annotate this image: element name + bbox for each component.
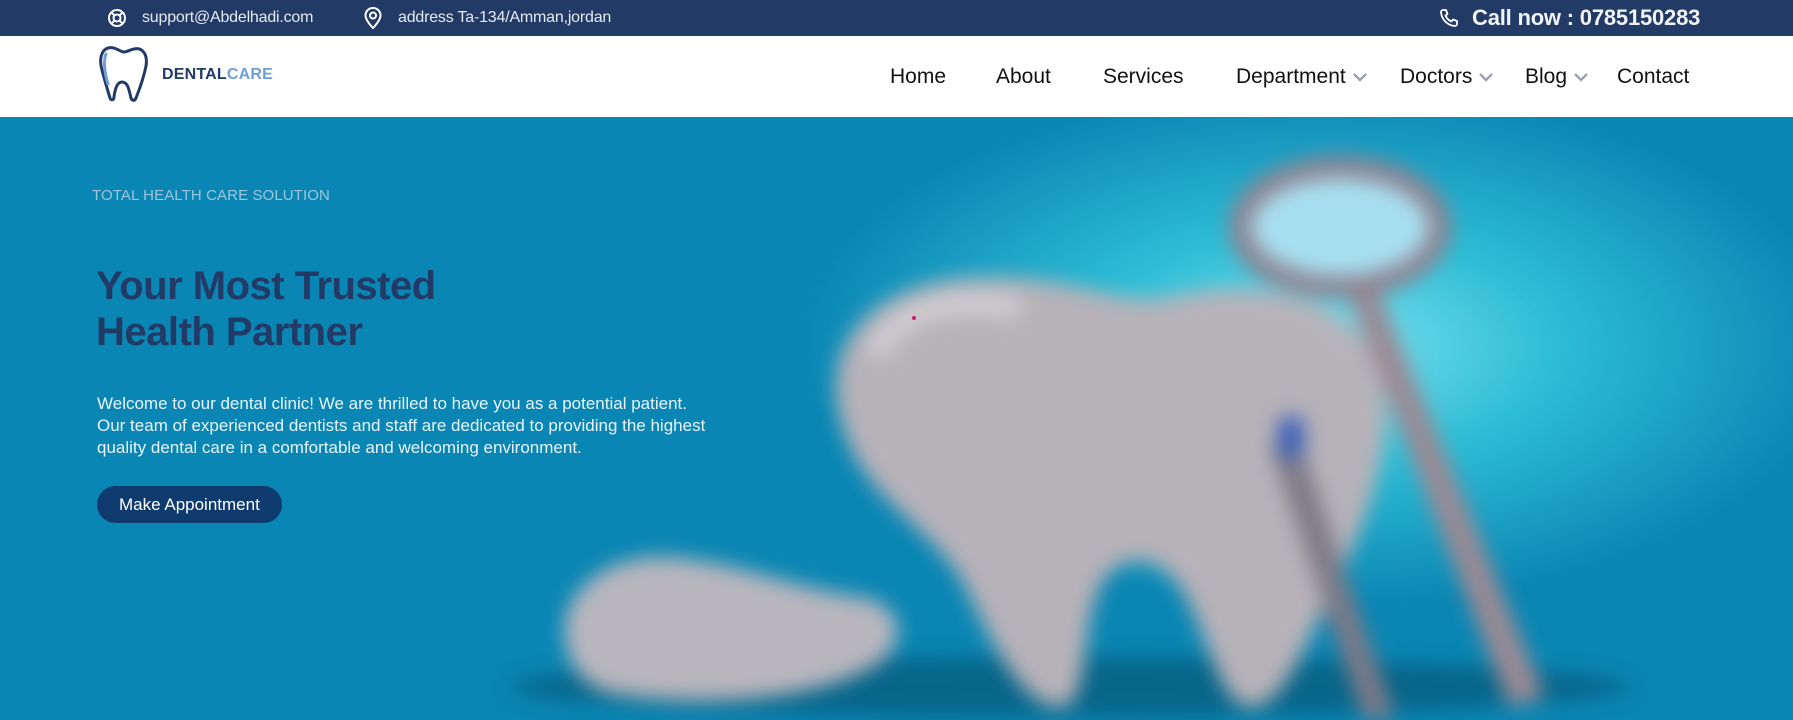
chevron-down-icon bbox=[1573, 72, 1589, 82]
nav-contact[interactable]: Contact bbox=[1617, 36, 1689, 117]
brand-name-part2: CARE bbox=[226, 66, 274, 83]
nav-doctors[interactable]: Doctors bbox=[1400, 36, 1494, 117]
call-contact[interactable]: Call now : 0785150283 bbox=[1438, 0, 1700, 36]
tooth-icon bbox=[98, 44, 150, 107]
call-text: Call now : 0785150283 bbox=[1472, 5, 1701, 30]
main-navbar: DENTALCARE Home About Services Departmen… bbox=[0, 36, 1793, 117]
nav-about-label: About bbox=[996, 64, 1051, 88]
hero-section: TOTAL HEALTH CARE SOLUTION Your Most Tru… bbox=[0, 117, 1793, 720]
nav-contact-label: Contact bbox=[1617, 64, 1690, 88]
nav-department-label: Department bbox=[1236, 64, 1346, 88]
brand-name: DENTALCARE bbox=[162, 66, 273, 84]
nav-doctors-label: Doctors bbox=[1400, 64, 1473, 88]
hero-headline-line1: Your Most Trusted bbox=[96, 264, 436, 308]
chevron-down-icon bbox=[1352, 72, 1368, 82]
hero-description: Welcome to our dental clinic! We are thr… bbox=[97, 393, 797, 459]
chevron-down-icon bbox=[1478, 72, 1494, 82]
nav-department[interactable]: Department bbox=[1236, 36, 1368, 117]
email-text: support@Abdelhadi.com bbox=[142, 9, 314, 26]
address-text: address Ta-134/Amman,jordan bbox=[398, 9, 612, 26]
nav-services[interactable]: Services bbox=[1103, 36, 1184, 117]
hero-description-line3: quality dental care in a comfortable and… bbox=[97, 438, 582, 457]
hero-description-line2: Our team of experienced dentists and sta… bbox=[97, 416, 706, 435]
nav-services-label: Services bbox=[1103, 64, 1184, 88]
nav-about[interactable]: About bbox=[996, 36, 1051, 117]
location-pin-icon bbox=[362, 7, 384, 29]
brand-name-part1: DENTAL bbox=[162, 66, 227, 83]
hero-headline-line2: Health Partner bbox=[96, 310, 363, 354]
nav-home[interactable]: Home bbox=[890, 36, 946, 117]
lifebuoy-icon bbox=[106, 7, 128, 29]
cursor-dot bbox=[912, 316, 916, 320]
phone-icon bbox=[1438, 7, 1460, 29]
top-bar: support@Abdelhadi.com address Ta-134/Amm… bbox=[0, 0, 1793, 36]
nav-blog[interactable]: Blog bbox=[1525, 36, 1589, 117]
email-contact[interactable]: support@Abdelhadi.com bbox=[106, 0, 313, 36]
nav-home-label: Home bbox=[890, 64, 947, 88]
hero-description-line1: Welcome to our dental clinic! We are thr… bbox=[97, 394, 687, 413]
make-appointment-button[interactable]: Make Appointment bbox=[97, 486, 282, 523]
brand-logo[interactable]: DENTALCARE bbox=[98, 44, 273, 107]
address-contact: address Ta-134/Amman,jordan bbox=[362, 0, 611, 36]
hero-eyebrow: TOTAL HEALTH CARE SOLUTION bbox=[92, 187, 330, 204]
hero-headline: Your Most Trusted Health Partner bbox=[96, 263, 436, 355]
nav-blog-label: Blog bbox=[1525, 64, 1568, 88]
